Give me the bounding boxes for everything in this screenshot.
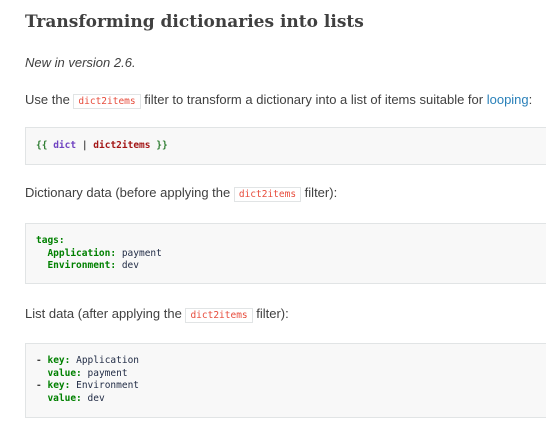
yaml-list-dash: - [36,355,42,366]
code-close-braces: }} [156,140,168,151]
usage-code-block: {{ dict | dict2items }} [25,127,546,165]
yaml-value: payment [87,367,128,379]
yaml-list-dash: - [36,380,42,391]
yaml-key-tags: tags: [36,235,65,246]
inline-code-dict2items: dict2items [73,94,141,109]
yaml-key-label: key: [47,355,71,366]
dictionary-code-block: tags: Application: payment Environment: … [25,223,546,284]
usage-code-line: {{ dict | dict2items }} [36,140,168,153]
yaml-value: dev [121,260,139,271]
intro-paragraph: Use the dict2items filter to transform a… [25,91,532,111]
yaml-key: Environment: [47,260,117,271]
code-open-braces: {{ [36,140,48,151]
list-code: - key: Application value: payment - key:… [36,355,139,405]
inline-code-dict2items: dict2items [185,308,253,323]
dict-intro-suffix: filter): [301,185,338,200]
dict-intro-prefix: Dictionary data (before applying the [25,185,234,200]
yaml-value-label: value: [47,392,82,404]
list-intro-suffix: filter): [252,306,289,321]
yaml-value: Application [76,355,140,366]
looping-link[interactable]: looping [487,92,529,107]
section-heading: Transforming dictionaries into lists [25,12,364,32]
code-filter: dict2items [93,140,151,151]
intro-text-suffix: : [528,92,533,107]
intro-text-middle: filter to transform a dictionary into a … [140,92,487,107]
yaml-value: Environment [76,380,140,391]
intro-text-prefix: Use the [25,92,74,107]
list-code-block: - key: Application value: payment - key:… [25,343,546,418]
dictionary-code: tags: Application: payment Environment: … [36,235,162,273]
dict-intro-paragraph: Dictionary data (before applying the dic… [25,184,337,204]
yaml-key: Application: [47,247,117,259]
yaml-value-label: value: [47,367,82,379]
code-variable: dict [53,140,77,151]
yaml-value: dev [87,392,105,404]
list-intro-paragraph: List data (after applying the dict2items… [25,305,289,325]
code-pipe: | [81,140,88,151]
yaml-value: payment [121,247,162,259]
version-note: New in version 2.6. [25,55,136,70]
list-intro-prefix: List data (after applying the [25,306,186,321]
yaml-key-label: key: [47,380,71,391]
inline-code-dict2items: dict2items [233,187,302,202]
